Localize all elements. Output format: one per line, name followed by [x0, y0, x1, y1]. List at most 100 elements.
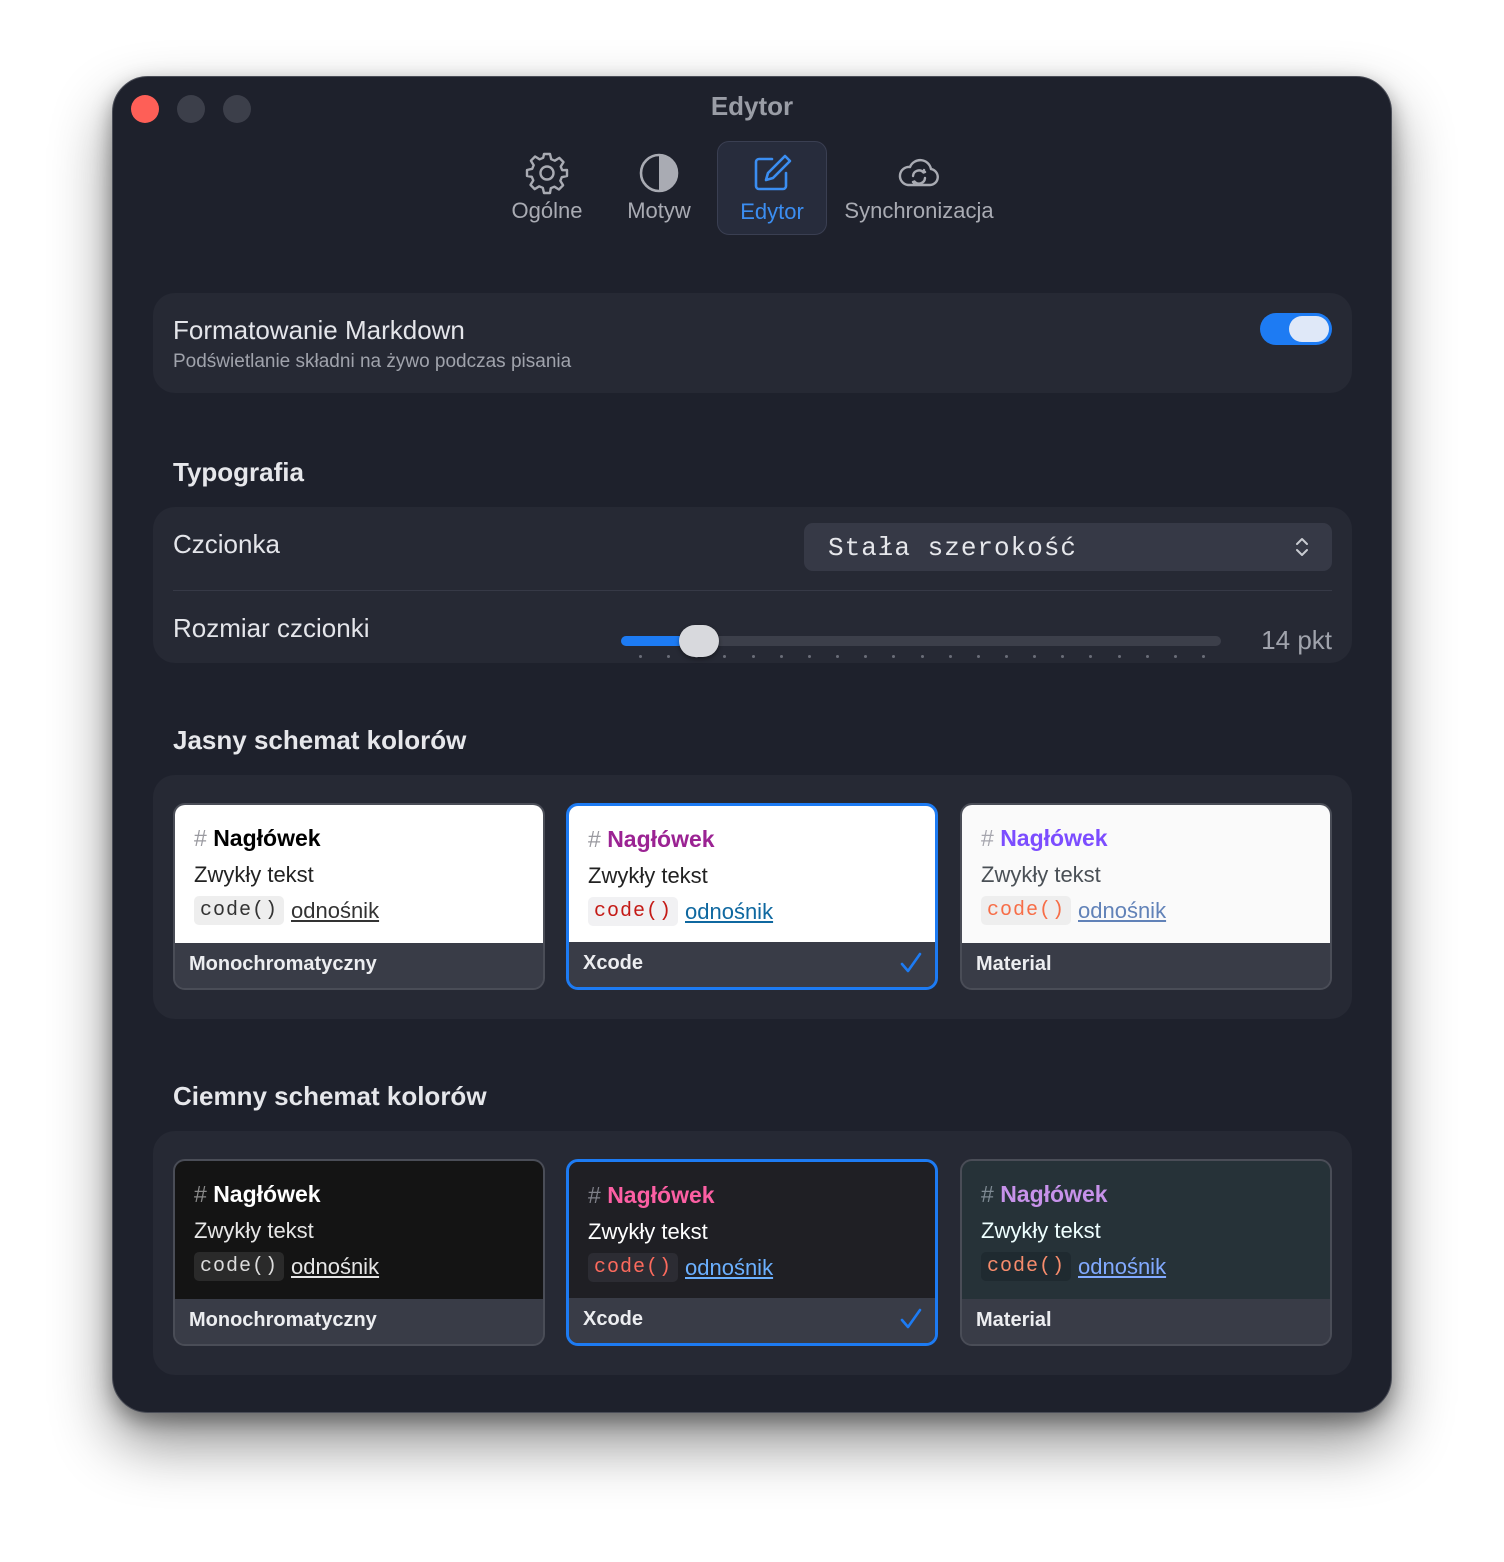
checkmark-icon [900, 1308, 922, 1329]
preview-link: odnośnik [1078, 1254, 1167, 1279]
slider-tick [1033, 655, 1037, 658]
preview-link: odnośnik [685, 1255, 774, 1280]
preview-hash: # [981, 825, 994, 851]
dark-scheme-option[interactable]: # Nagłówek Zwykły tekst code() odnośnik Mate… [960, 1159, 1332, 1346]
font-size-slider-thumb[interactable] [679, 625, 719, 657]
preview-heading-text: Nagłówek [213, 825, 321, 851]
preview-heading-text: Nagłówek [213, 1181, 321, 1207]
preview-code: code() [588, 897, 679, 926]
preview-heading: # Nagłówek [588, 1182, 715, 1209]
scheme-name: Xcode [583, 1308, 644, 1330]
tab-sync-label: Synchronizacja [844, 198, 994, 223]
scheme-name: Monochromatyczny [189, 953, 377, 975]
slider-tick [1117, 655, 1121, 658]
toggle-knob [1289, 316, 1329, 342]
light-scheme-title: Jasny schemat kolorów [173, 725, 467, 755]
preview-hash: # [194, 825, 207, 851]
light-scheme-option[interactable]: # Nagłówek Zwykły tekst code() odnośnik Mate… [960, 803, 1332, 990]
light-scheme-card: # Nagłówek Zwykły tekst code() odnośnik Mono… [153, 775, 1352, 1019]
scheme-preview: # Nagłówek Zwykły tekst code() odnośnik [175, 1161, 543, 1301]
preview-heading: # Nagłówek [981, 1181, 1108, 1208]
tab-theme[interactable]: Motyw [613, 141, 705, 235]
scheme-name: Xcode [583, 952, 644, 974]
gear-icon [525, 152, 569, 195]
font-select[interactable]: Stała szerokość [804, 523, 1332, 571]
dark-scheme-option[interactable]: # Nagłówek Zwykły tekst code() odnośnik Mono… [173, 1159, 545, 1346]
markdown-toggle[interactable] [1260, 313, 1332, 345]
slider-tick [1061, 655, 1065, 658]
cloud-sync-icon [898, 158, 939, 187]
preview-link: odnośnik [291, 898, 380, 923]
preview-hash: # [588, 1182, 601, 1208]
preview-hash: # [194, 1181, 207, 1207]
scheme-footer: Monochromatyczny [175, 1299, 543, 1344]
scheme-preview: # Nagłówek Zwykły tekst code() odnośnik [962, 1161, 1330, 1301]
scheme-preview: # Nagłówek Zwykły tekst code() odnośnik [569, 1162, 935, 1302]
slider-tick [1004, 655, 1008, 658]
preview-code: code() [194, 1252, 285, 1281]
slider-tick [948, 655, 952, 658]
preview-text: Zwykły tekst [194, 1218, 314, 1243]
slider-tick [751, 655, 755, 658]
scheme-preview: # Nagłówek Zwykły tekst code() odnośnik [569, 806, 935, 946]
dark-scheme-card: # Nagłówek Zwykły tekst code() odnośnik Mono… [153, 1131, 1352, 1375]
scheme-footer: Xcode [569, 1298, 935, 1343]
preview-text: Zwykły tekst [588, 1219, 708, 1244]
preview-heading-text: Nagłówek [607, 826, 715, 852]
font-size-value: 14 pkt [1261, 625, 1332, 655]
preview-heading: # Nagłówek [981, 825, 1108, 852]
slider-tick [667, 655, 671, 658]
slider-tick [639, 655, 642, 658]
tab-sync[interactable]: Synchronizacja [837, 141, 1001, 235]
markdown-title: Formatowanie Markdown [173, 315, 465, 345]
preview-hash: # [588, 826, 601, 852]
slider-tick [976, 655, 980, 658]
preview-heading-text: Nagłówek [1000, 1181, 1108, 1207]
preview-code: code() [588, 1253, 679, 1282]
checkmark-icon [900, 952, 922, 973]
typography-card: Czcionka Stała szerokość Rozmiar czcionk… [153, 507, 1352, 663]
scheme-name: Monochromatyczny [189, 1309, 377, 1331]
preview-text: Zwykły tekst [588, 863, 708, 888]
preview-code: code() [194, 896, 285, 925]
light-scheme-option[interactable]: # Nagłówek Zwykły tekst code() odnośnik Xcod… [566, 803, 938, 990]
window-title: Edytor [710, 91, 794, 121]
dark-scheme-title: Ciemny schemat kolorów [173, 1081, 487, 1111]
settings-window: Edytor Ogólne Motyw Edytor Synchronizacj… [112, 76, 1392, 1413]
slider-tick [836, 655, 840, 658]
slider-tick [1173, 655, 1177, 658]
preview-text: Zwykły tekst [981, 862, 1101, 887]
font-label: Czcionka [173, 529, 280, 559]
font-size-label: Rozmiar czcionki [173, 613, 370, 643]
scheme-footer: Monochromatyczny [175, 943, 543, 988]
divider [173, 590, 1332, 591]
preview-heading-text: Nagłówek [607, 1182, 715, 1208]
light-scheme-option[interactable]: # Nagłówek Zwykły tekst code() odnośnik Mono… [173, 803, 545, 990]
dark-scheme-option[interactable]: # Nagłówek Zwykły tekst code() odnośnik Xcod… [566, 1159, 938, 1346]
preview-heading: # Nagłówek [588, 826, 715, 853]
toolbar-tabs: Ogólne Motyw Edytor Synchronizacja [113, 141, 1391, 237]
preview-heading: # Nagłówek [194, 825, 321, 852]
edit-icon [754, 154, 792, 191]
preview-link: odnośnik [685, 899, 774, 924]
slider-tick [723, 655, 727, 658]
preview-heading-text: Nagłówek [1000, 825, 1108, 851]
preview-hash: # [981, 1181, 994, 1207]
markdown-subtitle: Podświetlanie składni na żywo podczas pi… [173, 351, 572, 372]
preview-text: Zwykły tekst [194, 862, 314, 887]
preview-code: code() [981, 896, 1072, 925]
preview-link: odnośnik [1078, 898, 1167, 923]
preview-text: Zwykły tekst [981, 1218, 1101, 1243]
preview-link: odnośnik [291, 1254, 380, 1279]
typography-title: Typografia [173, 457, 304, 487]
tab-general-label: Ogólne [511, 198, 583, 223]
tab-general[interactable]: Ogólne [501, 141, 593, 235]
scheme-footer: Material [962, 1299, 1330, 1344]
slider-tick [864, 655, 868, 658]
tab-editor[interactable]: Edytor [717, 141, 827, 235]
slider-tick [1145, 655, 1149, 658]
slider-ticks [639, 655, 1205, 659]
tab-theme-label: Motyw [627, 198, 691, 223]
markdown-card: Formatowanie Markdown Podświetlanie skła… [153, 293, 1352, 393]
slider-tick [779, 655, 783, 658]
